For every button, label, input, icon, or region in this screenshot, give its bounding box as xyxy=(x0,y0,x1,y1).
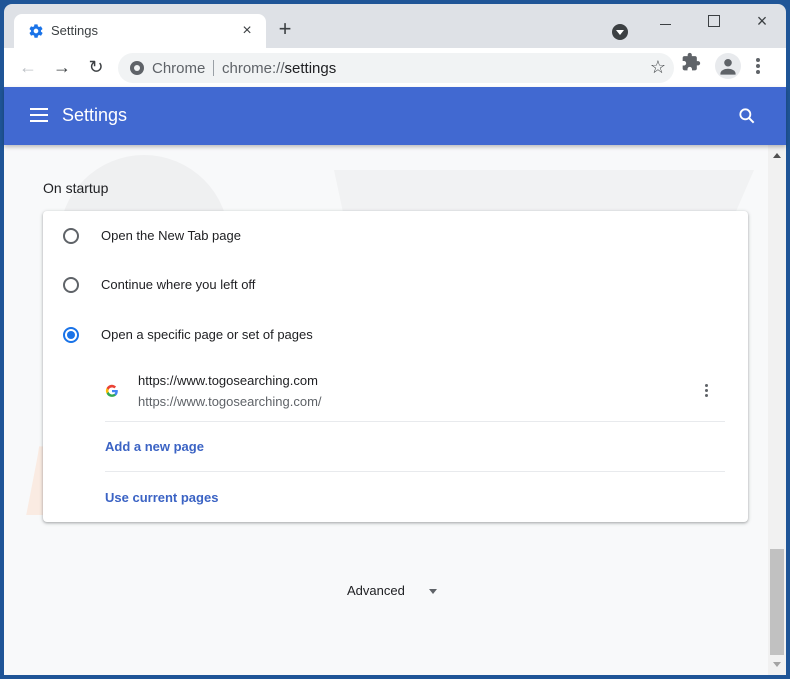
tab-strip: Settings × + × xyxy=(4,4,786,48)
divider xyxy=(105,471,725,472)
startup-card: Open the New Tab page Continue where you… xyxy=(43,211,748,522)
divider xyxy=(105,421,725,422)
scroll-down-arrow-icon[interactable] xyxy=(773,662,781,667)
bookmark-star-icon[interactable]: ☆ xyxy=(650,57,666,78)
section-title-on-startup: On startup xyxy=(43,180,109,196)
chevron-down-icon[interactable] xyxy=(429,589,437,594)
chrome-menu-button[interactable] xyxy=(750,53,766,79)
radio-button[interactable] xyxy=(63,228,79,244)
advanced-toggle[interactable]: Advanced xyxy=(347,583,405,598)
new-tab-button[interactable]: + xyxy=(274,18,296,40)
hamburger-menu-icon[interactable] xyxy=(30,108,48,122)
chrome-logo-icon xyxy=(130,61,144,75)
settings-header: Settings xyxy=(4,87,786,145)
reload-button[interactable]: ↻ xyxy=(84,55,108,79)
forward-button[interactable]: → xyxy=(50,55,74,79)
tab-search-icon[interactable] xyxy=(612,24,628,40)
scroll-up-arrow-icon[interactable] xyxy=(773,153,781,158)
close-tab-icon[interactable]: × xyxy=(236,20,258,42)
settings-title: Settings xyxy=(62,105,128,125)
radio-label: Open the New Tab page xyxy=(101,228,241,243)
profile-avatar[interactable] xyxy=(715,53,741,79)
startup-page-entry: https://www.togosearching.com https://ww… xyxy=(105,365,725,421)
extensions-puzzle-icon[interactable] xyxy=(681,52,701,72)
tab-settings[interactable]: Settings × xyxy=(14,14,266,48)
more-actions-icon[interactable] xyxy=(699,379,715,403)
settings-content: risk.com On startup Open the New Tab pag… xyxy=(4,145,768,675)
radio-option-specific-pages[interactable]: Open a specific page or set of pages xyxy=(43,315,748,355)
gear-icon xyxy=(29,24,43,38)
page-title: https://www.togosearching.com xyxy=(138,373,318,388)
use-current-pages-link[interactable]: Use current pages xyxy=(105,490,218,505)
url-scheme: chrome:// xyxy=(222,60,285,77)
omnibox-separator xyxy=(213,60,214,76)
radio-option-new-tab[interactable]: Open the New Tab page xyxy=(43,216,748,256)
radio-option-continue[interactable]: Continue where you left off xyxy=(43,265,748,305)
omnibox-url[interactable]: chrome://settings xyxy=(222,60,336,77)
scrollbar[interactable] xyxy=(768,145,786,675)
omnibox-chip: Chrome xyxy=(152,60,206,77)
tab-title: Settings xyxy=(51,23,98,38)
search-icon[interactable] xyxy=(737,106,757,126)
radio-label: Open a specific page or set of pages xyxy=(101,327,313,342)
address-bar[interactable]: Chrome chrome://settings ☆ xyxy=(118,53,674,83)
person-icon xyxy=(720,58,736,75)
browser-toolbar: ← → ↻ Chrome chrome://settings ☆ xyxy=(4,48,786,87)
page-url: https://www.togosearching.com/ xyxy=(138,394,322,409)
close-window-button[interactable]: × xyxy=(747,10,777,32)
minimize-button[interactable] xyxy=(651,10,681,32)
back-button[interactable]: ← xyxy=(16,55,40,79)
radio-label: Continue where you left off xyxy=(101,277,256,292)
url-host: settings xyxy=(284,60,337,77)
radio-button-checked[interactable] xyxy=(63,327,79,343)
maximize-button[interactable] xyxy=(699,10,729,32)
google-favicon-icon xyxy=(105,384,118,397)
radio-button[interactable] xyxy=(63,277,79,293)
add-new-page-link[interactable]: Add a new page xyxy=(105,439,204,454)
scrollbar-thumb[interactable] xyxy=(770,549,784,655)
